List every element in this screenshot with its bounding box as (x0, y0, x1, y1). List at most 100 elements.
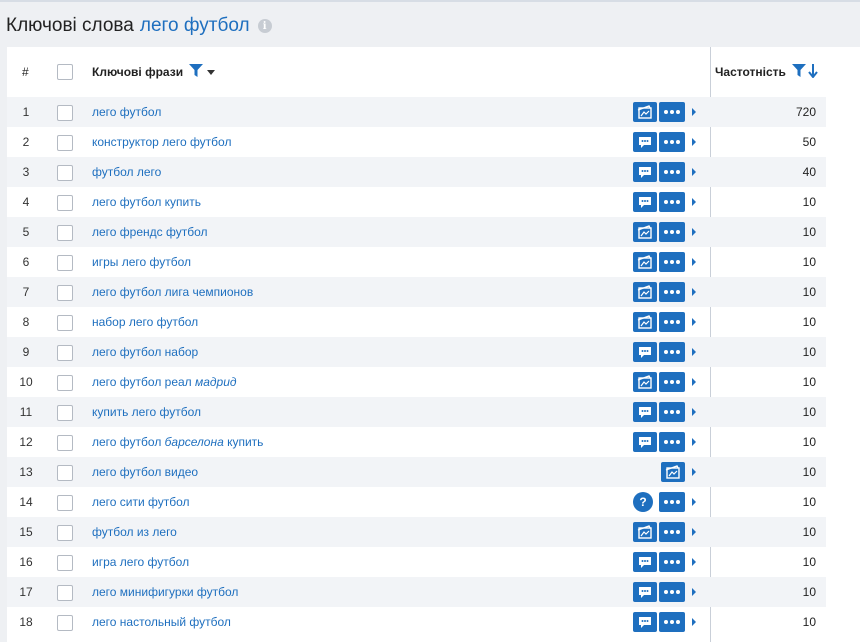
row-checkbox[interactable] (57, 315, 73, 331)
expand-arrow-icon[interactable] (692, 318, 696, 326)
keyword-phrase-link[interactable]: лего футбол видео (92, 457, 198, 487)
more-options-button[interactable] (659, 162, 685, 182)
info-icon[interactable]: i (257, 19, 272, 33)
expand-arrow-icon[interactable] (692, 378, 696, 386)
expand-arrow-icon[interactable] (692, 138, 696, 146)
table-row[interactable]: 1 лего футбол 720 (7, 97, 826, 127)
comments-button[interactable] (633, 402, 657, 422)
help-icon[interactable]: ? (633, 492, 653, 512)
keyword-phrase-link[interactable]: лего футбол купить (92, 187, 201, 217)
table-row[interactable]: 3 футбол лего 40 (7, 157, 826, 187)
row-checkbox[interactable] (57, 165, 73, 181)
more-options-button[interactable] (659, 522, 685, 542)
keyword-phrase-link[interactable]: лего футбол реал мадрид (92, 367, 237, 397)
expand-arrow-icon[interactable] (692, 408, 696, 416)
more-options-button[interactable] (659, 552, 685, 572)
keyword-phrase-link[interactable]: конструктор лего футбол (92, 127, 231, 157)
more-options-button[interactable] (659, 282, 685, 302)
keyword-phrase-link[interactable]: набор лего футбол (92, 307, 198, 337)
serp-preview-button[interactable] (633, 102, 657, 122)
table-row[interactable]: 8 набор лего футбол 10 (7, 307, 826, 337)
comments-button[interactable] (633, 192, 657, 212)
comments-button[interactable] (633, 132, 657, 152)
row-checkbox[interactable] (57, 465, 73, 481)
expand-arrow-icon[interactable] (692, 228, 696, 236)
expand-arrow-icon[interactable] (692, 528, 696, 536)
table-row[interactable]: 10 лего футбол реал мадрид 10 (7, 367, 826, 397)
keyword-phrase-link[interactable]: лего настольный футбол (92, 607, 231, 637)
row-checkbox[interactable] (57, 225, 73, 241)
row-checkbox[interactable] (57, 375, 73, 391)
serp-preview-button[interactable] (633, 282, 657, 302)
more-options-button[interactable] (659, 582, 685, 602)
table-row[interactable]: 14 лего сити футбол? 10 (7, 487, 826, 517)
table-row[interactable]: 4 лего футбол купить 10 (7, 187, 826, 217)
column-header-frequency[interactable]: Частотність (715, 47, 818, 97)
table-row[interactable]: 7 лего футбол лига чемпионов 10 (7, 277, 826, 307)
row-checkbox[interactable] (57, 135, 73, 151)
row-checkbox[interactable] (57, 105, 73, 121)
keyword-phrase-link[interactable]: купить лего футбол (92, 397, 201, 427)
frequency-filter-icon[interactable] (791, 64, 806, 80)
row-checkbox[interactable] (57, 255, 73, 271)
table-row[interactable]: 11 купить лего футбол 10 (7, 397, 826, 427)
more-options-button[interactable] (659, 372, 685, 392)
serp-preview-button[interactable] (633, 372, 657, 392)
row-checkbox[interactable] (57, 555, 73, 571)
serp-preview-button[interactable] (661, 462, 685, 482)
expand-arrow-icon[interactable] (692, 198, 696, 206)
row-checkbox[interactable] (57, 585, 73, 601)
keyword-phrase-link[interactable]: игры лего футбол (92, 247, 191, 277)
comments-button[interactable] (633, 162, 657, 182)
expand-arrow-icon[interactable] (692, 288, 696, 296)
row-checkbox[interactable] (57, 495, 73, 511)
expand-arrow-icon[interactable] (692, 498, 696, 506)
comments-button[interactable] (633, 582, 657, 602)
table-row[interactable]: 9 лего футбол набор 10 (7, 337, 826, 367)
keyword-phrase-link[interactable]: футбол из лего (92, 517, 177, 547)
comments-button[interactable] (633, 342, 657, 362)
table-row[interactable]: 13 лего футбол видео 10 (7, 457, 826, 487)
more-options-button[interactable] (659, 432, 685, 452)
table-row[interactable]: 18 лего настольный футбол 10 (7, 607, 826, 637)
keyword-phrase-link[interactable]: лего френдс футбол (92, 217, 208, 247)
row-checkbox[interactable] (57, 345, 73, 361)
more-options-button[interactable] (659, 102, 685, 122)
row-checkbox[interactable] (57, 525, 73, 541)
table-row[interactable]: 16 игра лего футбол 10 (7, 547, 826, 577)
chevron-down-icon[interactable] (207, 69, 216, 75)
more-options-button[interactable] (659, 252, 685, 272)
expand-arrow-icon[interactable] (692, 438, 696, 446)
comments-button[interactable] (633, 552, 657, 572)
expand-arrow-icon[interactable] (692, 618, 696, 626)
comments-button[interactable] (633, 432, 657, 452)
more-options-button[interactable] (659, 612, 685, 632)
column-header-phrases[interactable]: Ключові фрази (92, 47, 216, 97)
sort-descending-icon[interactable] (808, 63, 818, 81)
serp-preview-button[interactable] (633, 222, 657, 242)
more-options-button[interactable] (659, 492, 685, 512)
table-row[interactable]: 6 игры лего футбол 10 (7, 247, 826, 277)
keyword-phrase-link[interactable]: футбол лего (92, 157, 161, 187)
keyword-phrase-link[interactable]: лего футбол набор (92, 337, 198, 367)
row-checkbox[interactable] (57, 435, 73, 451)
row-checkbox[interactable] (57, 285, 73, 301)
comments-button[interactable] (633, 612, 657, 632)
keyword-phrase-link[interactable]: игра лего футбол (92, 547, 189, 577)
more-options-button[interactable] (659, 402, 685, 422)
row-checkbox[interactable] (57, 615, 73, 631)
filter-icon[interactable] (189, 64, 204, 80)
keyword-phrase-link[interactable]: лего футбол лига чемпионов (92, 277, 253, 307)
row-checkbox[interactable] (57, 195, 73, 211)
serp-preview-button[interactable] (633, 312, 657, 332)
more-options-button[interactable] (659, 132, 685, 152)
expand-arrow-icon[interactable] (692, 258, 696, 266)
row-checkbox[interactable] (57, 405, 73, 421)
table-row[interactable]: 5 лего френдс футбол 10 (7, 217, 826, 247)
serp-preview-button[interactable] (633, 252, 657, 272)
more-options-button[interactable] (659, 192, 685, 212)
more-options-button[interactable] (659, 222, 685, 242)
more-options-button[interactable] (659, 342, 685, 362)
serp-preview-button[interactable] (633, 522, 657, 542)
table-row[interactable]: 15 футбол из лего 10 (7, 517, 826, 547)
